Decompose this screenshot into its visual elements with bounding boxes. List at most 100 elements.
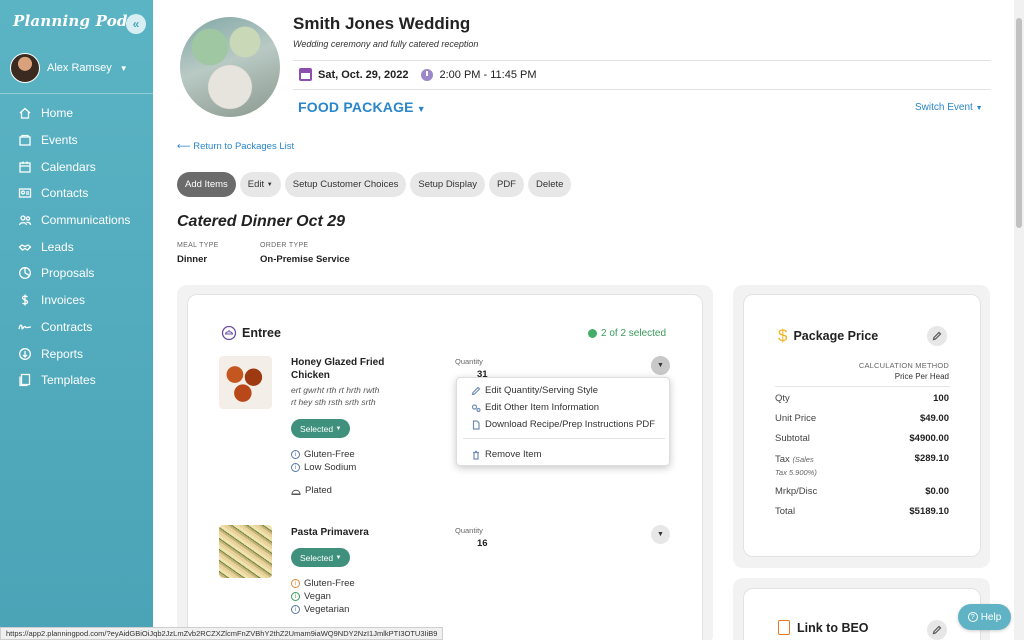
sidebar-item-invoices[interactable]: Invoices — [0, 287, 153, 314]
setup-display-button[interactable]: Setup Display — [410, 172, 485, 197]
item-name-line: Honey Glazed Fried — [291, 357, 385, 368]
event-photo — [180, 17, 280, 117]
price-row-label: Unit Price — [775, 413, 817, 424]
header-divider — [293, 60, 991, 61]
dietary-tag-label: Vegan — [304, 591, 331, 602]
item-name[interactable]: Honey Glazed Fried Chicken — [291, 356, 411, 382]
pdf-icon — [778, 620, 790, 635]
sidebar-item-contacts[interactable]: Contacts — [0, 180, 153, 207]
file-icon — [471, 419, 481, 430]
caret-down-icon: ▼ — [657, 531, 664, 538]
item-status-dropdown[interactable]: Selected ▼ — [291, 419, 351, 438]
sidebar-item-home[interactable]: Home — [0, 100, 153, 127]
price-row-label: Total — [775, 506, 796, 517]
sidebar-item-events[interactable]: Events — [0, 127, 153, 154]
sidebar-item-templates[interactable]: Templates — [0, 367, 153, 394]
pencil-icon — [471, 386, 481, 396]
item-name[interactable]: Pasta Primavera — [291, 526, 369, 539]
quantity-value: 16 — [477, 538, 488, 549]
avatar — [10, 53, 40, 83]
selected-count: 2 of 2 selected — [588, 328, 666, 339]
package-selector[interactable]: FOOD PACKAGE ▼ — [298, 99, 426, 115]
price-row-value: 100 — [933, 393, 949, 404]
meal-type-label: MEAL TYPE — [177, 242, 219, 249]
toolbar: Add Items Edit ▼ Setup Customer Choices … — [177, 172, 575, 197]
sidebar-item-contracts[interactable]: Contracts — [0, 314, 153, 341]
signature-icon — [17, 320, 33, 334]
pencil-icon — [932, 331, 942, 341]
return-to-packages-link[interactable]: ⟵ Return to Packages List — [177, 141, 294, 152]
user-name: Alex Ramsey — [47, 62, 112, 74]
entree-title: Entree — [242, 326, 281, 340]
item-actions-button[interactable]: ▼ — [651, 356, 670, 375]
tax-rate-note: (Sales — [792, 455, 814, 464]
edit-label: Edit — [247, 179, 265, 190]
entree-card — [187, 294, 703, 640]
clock-icon — [420, 68, 433, 81]
menu-item-remove[interactable]: Remove Item — [471, 449, 542, 460]
add-items-button[interactable]: Add Items — [177, 172, 236, 197]
item-name-line: Chicken — [291, 370, 330, 381]
edit-button[interactable]: Edit ▼ — [239, 172, 281, 197]
menu-item-label: Remove Item — [485, 449, 542, 460]
sidebar-item-label: Events — [41, 133, 78, 148]
item-status-label: Selected — [300, 423, 334, 434]
reports-icon — [17, 347, 33, 361]
item-image-pasta — [219, 525, 272, 578]
item-status-dropdown[interactable]: Selected ▼ — [291, 548, 351, 567]
menu-item-edit-quantity[interactable]: Edit Quantity/Serving Style — [471, 385, 598, 396]
calendar-icon — [299, 68, 312, 81]
price-title-text: Package Price — [793, 329, 879, 343]
help-label: Help — [980, 611, 1002, 623]
sidebar-item-label: Templates — [41, 373, 96, 388]
package-title: FOOD PACKAGE — [298, 99, 414, 115]
help-button[interactable]: ? Help — [958, 604, 1011, 630]
event-title: Smith Jones Wedding — [293, 14, 471, 33]
sidebar-item-label: Communications — [41, 213, 131, 228]
collapse-sidebar-button[interactable]: « — [126, 14, 146, 34]
menu-title: Catered Dinner Oct 29 — [177, 213, 346, 230]
user-menu[interactable]: Alex Ramsey ▼ — [10, 53, 128, 83]
dietary-tag: i Gluten-Free — [291, 578, 355, 589]
edit-beo-button[interactable] — [927, 620, 947, 640]
edit-price-button[interactable] — [927, 326, 947, 346]
calc-method-label: CALCULATION METHOD — [858, 361, 949, 370]
caret-down-icon: ▼ — [266, 181, 273, 188]
caret-down-icon: ▼ — [657, 362, 664, 369]
tax-rate-note: Tax 5.900%) — [775, 468, 817, 477]
trash-icon — [471, 450, 481, 460]
price-row-label: Qty — [775, 393, 790, 404]
serving-style: Plated — [291, 485, 332, 496]
leads-icon — [17, 240, 33, 254]
dietary-tag-label: Vegetarian — [304, 604, 350, 615]
status-bar-url: https://app2.planningpod.com/?eyAidGBiOi… — [0, 627, 444, 640]
menu-item-label: Edit Other Item Information — [485, 402, 600, 413]
price-row-value: $0.00 — [925, 486, 949, 497]
brand-logo[interactable]: Planning Pod — [13, 12, 128, 30]
sidebar-item-communications[interactable]: Communications — [0, 207, 153, 234]
item-actions-button[interactable]: ▼ — [651, 525, 670, 544]
menu-item-download-pdf[interactable]: Download Recipe/Prep Instructions PDF — [471, 419, 655, 430]
caret-down-icon: ▼ — [416, 104, 426, 114]
price-divider — [775, 386, 950, 387]
sidebar-item-calendars[interactable]: Calendars — [0, 153, 153, 180]
item-status-label: Selected — [300, 552, 334, 563]
scrollbar-thumb[interactable] — [1016, 18, 1022, 228]
sidebar-item-leads[interactable]: Leads — [0, 233, 153, 260]
sidebar-item-proposals[interactable]: Proposals — [0, 260, 153, 287]
delete-button[interactable]: Delete — [527, 172, 572, 197]
order-type-label: ORDER TYPE — [260, 242, 309, 249]
price-row-value: $4900.00 — [909, 433, 949, 444]
caret-down-icon: ▼ — [975, 105, 983, 112]
home-icon — [17, 106, 33, 120]
sidebar-item-reports[interactable]: Reports — [0, 340, 153, 367]
pdf-button[interactable]: PDF — [488, 172, 524, 197]
switch-event-link[interactable]: Switch Event ▼ — [915, 102, 983, 113]
menu-divider — [463, 438, 665, 439]
dietary-tag-label: Gluten-Free — [304, 578, 355, 589]
setup-customer-choices-button[interactable]: Setup Customer Choices — [284, 172, 407, 197]
sidebar-item-label: Calendars — [41, 159, 96, 174]
menu-item-edit-other[interactable]: Edit Other Item Information — [471, 402, 599, 413]
cloche-icon — [291, 489, 301, 495]
menu-item-label: Download Recipe/Prep Instructions PDF — [485, 419, 656, 430]
